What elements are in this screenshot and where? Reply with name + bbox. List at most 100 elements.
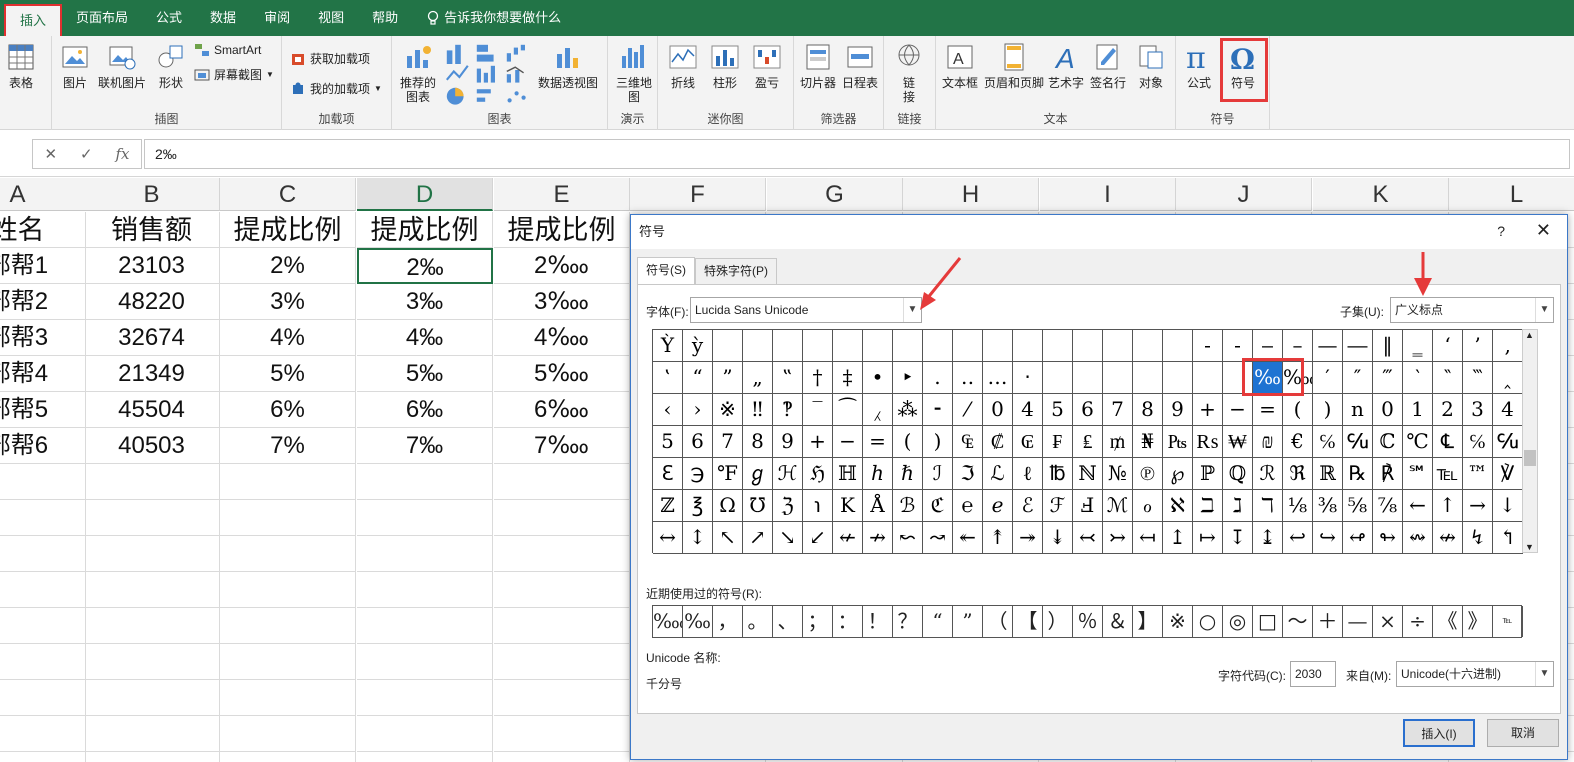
symbol-cell[interactable] — [1073, 362, 1103, 394]
symbol-cell[interactable] — [713, 330, 743, 362]
wordart-button[interactable]: A 艺术字 — [1048, 42, 1084, 90]
symbol-cell[interactable]: 9 — [773, 426, 803, 458]
sparkline-line-button[interactable]: 折线 — [668, 42, 698, 90]
data-cell[interactable]: 32674 — [84, 320, 220, 356]
symbol-cell[interactable]: ↩ — [1283, 522, 1313, 554]
tab-view[interactable]: 视图 — [304, 0, 358, 36]
data-cell[interactable]: 4% — [220, 320, 356, 356]
symbol-cell[interactable]: ‖ — [1373, 330, 1403, 362]
data-cell[interactable]: 4‰ — [357, 320, 493, 356]
recent-symbol[interactable]: ‰ — [683, 606, 713, 637]
symbol-cell[interactable]: ‹ — [653, 394, 683, 426]
symbol-cell[interactable]: ℕ — [1073, 458, 1103, 490]
symbol-cell[interactable]: ⁄ — [953, 394, 983, 426]
symbol-cell[interactable] — [1193, 362, 1223, 394]
data-cell[interactable]: 21349 — [84, 356, 220, 392]
symbol-cell[interactable]: 7 — [1103, 394, 1133, 426]
combo-chart-icon[interactable] — [504, 63, 532, 85]
symbol-cell[interactable]: ℌ — [803, 458, 833, 490]
cell[interactable] — [84, 716, 220, 752]
cell[interactable] — [494, 464, 630, 500]
recent-symbol[interactable]: 》 — [1463, 606, 1493, 637]
symbol-cell[interactable]: ₣ — [1043, 426, 1073, 458]
symbol-cell[interactable]: ↥ — [1163, 522, 1193, 554]
cell[interactable] — [494, 536, 630, 572]
symbol-cell[interactable]: ℬ — [893, 490, 923, 522]
column-header-e[interactable]: E — [494, 178, 630, 211]
insert-function-icon[interactable]: fx — [116, 145, 130, 163]
symbol-cell[interactable]: ⁁ — [863, 394, 893, 426]
cell[interactable] — [494, 752, 630, 762]
recent-symbol[interactable]: 。 — [743, 606, 773, 637]
cell[interactable] — [84, 536, 220, 572]
symbol-cell[interactable]: n — [1343, 394, 1373, 426]
symbol-cell[interactable]: ℵ — [1163, 490, 1193, 522]
from-select[interactable]: Unicode(十六进制) ▼ — [1396, 661, 1554, 687]
symbol-cell[interactable]: ℟ — [1373, 458, 1403, 490]
symbol-cell[interactable]: ℗ — [1133, 458, 1163, 490]
symbol-cell[interactable]: ‸ — [1493, 362, 1523, 394]
cell[interactable] — [494, 680, 630, 716]
symbol-cell[interactable]: … — [983, 362, 1013, 394]
recent-symbol[interactable]: ？ — [893, 606, 923, 637]
enter-formula-icon[interactable]: ✓ — [80, 145, 93, 163]
symbol-cell[interactable] — [863, 330, 893, 362]
sparkline-winloss-button[interactable]: 盈亏 — [752, 42, 782, 90]
symbol-cell[interactable]: ₢ — [1013, 426, 1043, 458]
symbol-cell[interactable]: ‼ — [743, 394, 773, 426]
column-header-h[interactable]: H — [903, 178, 1039, 211]
cell[interactable] — [84, 464, 220, 500]
symbol-cell[interactable]: − — [833, 426, 863, 458]
subset-select[interactable]: 广义标点 ▼ — [1390, 297, 1554, 323]
symbol-cell[interactable]: ↟ — [983, 522, 1013, 554]
cell[interactable] — [494, 644, 630, 680]
symbol-cell[interactable]: ℇ — [653, 458, 683, 490]
symbol-cell[interactable]: ℄ — [1433, 426, 1463, 458]
tab-review[interactable]: 审阅 — [250, 0, 304, 36]
symbol-cell[interactable]: ↖ — [713, 522, 743, 554]
my-addins-button[interactable]: 我的加载项 ▼ — [290, 80, 382, 97]
selected-symbol[interactable]: ‰ — [1253, 362, 1283, 394]
symbol-cell[interactable]: ℧ — [743, 490, 773, 522]
table-button[interactable]: 表格 — [6, 42, 36, 90]
column-header-f[interactable]: F — [630, 178, 766, 211]
data-cell[interactable]: 6% — [220, 392, 356, 428]
cell[interactable] — [494, 608, 630, 644]
symbol-cell[interactable]: ‡ — [833, 362, 863, 394]
symbol-cell[interactable]: ℃ — [1403, 426, 1433, 458]
symbol-cell[interactable]: ↬ — [1373, 522, 1403, 554]
cell[interactable] — [0, 608, 86, 644]
cell[interactable] — [220, 464, 356, 500]
symbol-cell[interactable] — [803, 330, 833, 362]
recent-symbol[interactable]: ℡ — [1493, 606, 1523, 637]
recent-symbol[interactable]: ！ — [863, 606, 893, 637]
tell-me-box[interactable]: 告诉我你想要做什么 — [412, 0, 575, 36]
symbol-cell[interactable]: ℛ — [1253, 458, 1283, 490]
data-cell[interactable]: 2% — [220, 248, 356, 284]
online-pictures-button[interactable]: 联机图片 — [98, 42, 146, 90]
recent-symbol[interactable]: ＋ — [1313, 606, 1343, 637]
symbol-cell[interactable]: ℆ — [1493, 426, 1523, 458]
symbol-cell[interactable]: ℙ — [1193, 458, 1223, 490]
symbol-cell[interactable]: ) — [923, 426, 953, 458]
symbol-cell[interactable]: ℤ — [653, 490, 683, 522]
column-header-j[interactable]: J — [1176, 178, 1312, 211]
symbol-cell[interactable]: — — [1313, 330, 1343, 362]
symbol-cell[interactable]: ₠ — [953, 426, 983, 458]
symbol-cell[interactable]: 7 — [713, 426, 743, 458]
symbol-cell[interactable]: ↛ — [863, 522, 893, 554]
symbol-cell[interactable]: ‛ — [653, 362, 683, 394]
symbol-cell[interactable]: ℎ — [863, 458, 893, 490]
symbol-cell[interactable] — [1043, 330, 1073, 362]
symbol-cell[interactable]: ⁃ — [923, 394, 953, 426]
symbol-cell[interactable]: 2 — [1433, 394, 1463, 426]
scroll-up-icon[interactable]: ▲ — [1525, 330, 1534, 340]
symbol-cell[interactable]: ‽ — [773, 394, 803, 426]
symbol-cell[interactable]: + — [803, 426, 833, 458]
symbol-cell[interactable]: ↫ — [1343, 522, 1373, 554]
symbol-cell[interactable]: ℈ — [683, 458, 713, 490]
symbol-cell[interactable]: 0 — [1373, 394, 1403, 426]
symbol-cell[interactable]: ℴ — [1133, 490, 1163, 522]
cell[interactable] — [0, 572, 86, 608]
symbol-cell[interactable]: ₪ — [1253, 426, 1283, 458]
